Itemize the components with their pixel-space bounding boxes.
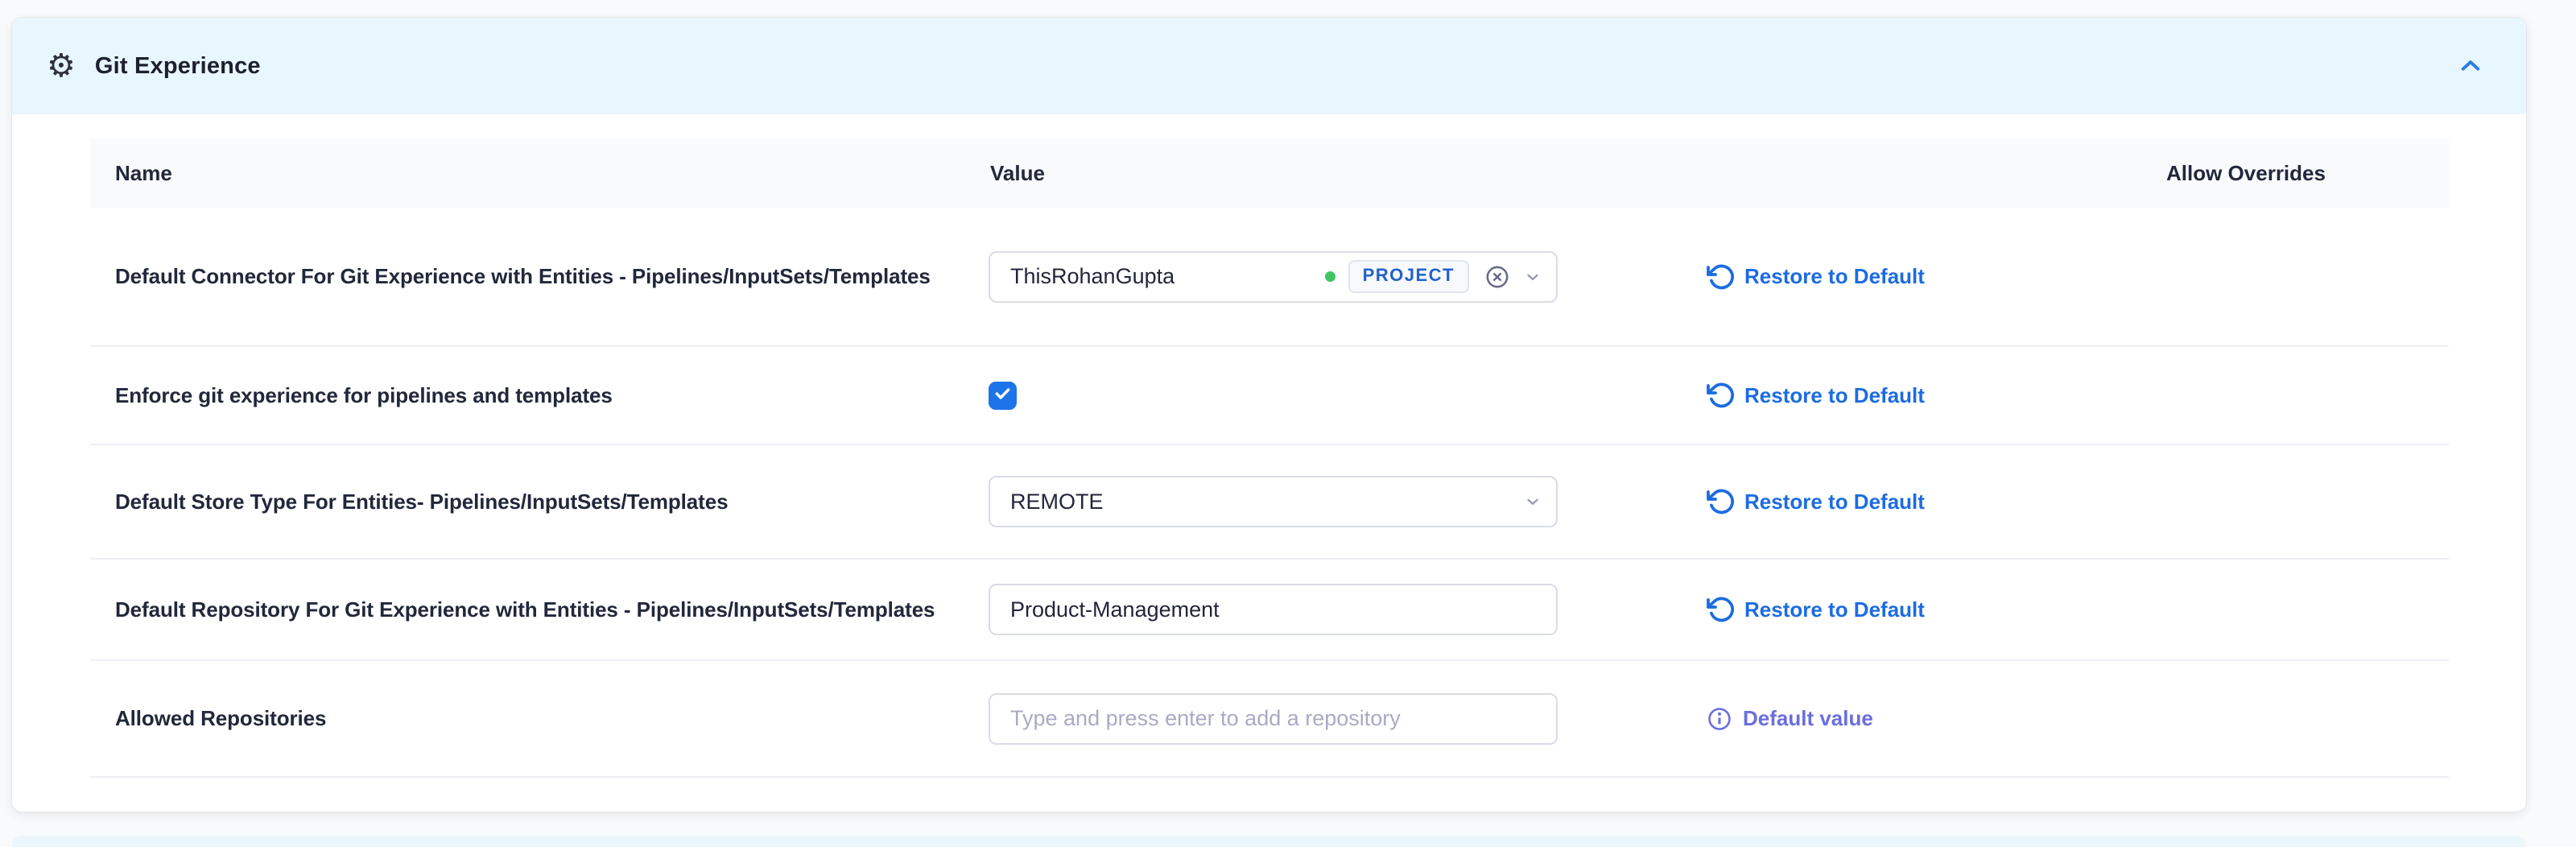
setting-value-cell: REMOTE	[989, 476, 1706, 527]
setting-value-cell: Type and press enter to add a repository	[989, 693, 1706, 745]
restore-to-default-button[interactable]: Restore to Default	[1706, 381, 1925, 410]
setting-action-cell: Default value	[1706, 705, 2157, 733]
section-title: Git Experience	[95, 53, 261, 80]
default-store-type-select[interactable]: REMOTE	[989, 476, 1558, 527]
action-label: Default value	[1743, 706, 1873, 731]
setting-value-cell: ThisRohanGupta PROJECT	[989, 251, 1706, 303]
action-label: Restore to Default	[1744, 264, 1925, 289]
table-row: Default Repository For Git Experience wi…	[90, 560, 2449, 661]
input-value: ThisRohanGupta	[1010, 264, 1174, 289]
chevron-down-icon[interactable]	[1522, 266, 1543, 287]
table-row: Default Store Type For Entities- Pipelin…	[90, 445, 2449, 560]
restore-to-default-button[interactable]: Restore to Default	[1706, 595, 1925, 624]
default-repository-input[interactable]: Product-Management	[989, 584, 1558, 635]
chevron-up-icon	[2457, 52, 2484, 80]
action-label: Restore to Default	[1744, 490, 1925, 514]
restore-icon	[1706, 381, 1735, 410]
enforce-git-experience-checkbox[interactable]	[989, 382, 1017, 410]
setting-name: Enforce git experience for pipelines and…	[90, 383, 989, 408]
setting-name: Default Connector For Git Experience wit…	[90, 264, 989, 289]
default-value-indicator[interactable]: Default value	[1706, 705, 1873, 733]
action-label: Restore to Default	[1744, 597, 1925, 622]
chevron-down-icon[interactable]	[1522, 491, 1543, 512]
column-header-allow-overrides: Allow Overrides	[2157, 161, 2449, 186]
restore-icon	[1706, 595, 1735, 624]
collapse-section-button[interactable]	[2451, 47, 2490, 85]
scope-badge: PROJECT	[1348, 260, 1469, 292]
setting-action-cell: Restore to Default	[1706, 595, 2157, 624]
git-experience-section-card: ⚙ Git Experience Name Value Allow Overri…	[12, 18, 2526, 812]
next-section-card-edge[interactable]	[12, 836, 2526, 847]
setting-action-cell: Restore to Default	[1706, 487, 2157, 516]
section-header[interactable]: ⚙ Git Experience	[12, 18, 2526, 114]
table-row: Allowed Repositories Type and press ente…	[90, 661, 2449, 778]
setting-action-cell: Restore to Default	[1706, 262, 2157, 291]
settings-table: Name Value Allow Overrides Default Conne…	[90, 138, 2449, 778]
table-row: Enforce git experience for pipelines and…	[90, 347, 2449, 445]
restore-icon	[1706, 262, 1735, 291]
clear-circle-icon[interactable]	[1484, 263, 1511, 291]
setting-name: Default Store Type For Entities- Pipelin…	[90, 490, 989, 514]
table-row: Default Connector For Git Experience wit…	[90, 208, 2449, 347]
check-icon	[993, 384, 1012, 407]
restore-to-default-button[interactable]: Restore to Default	[1706, 487, 1925, 516]
input-placeholder: Type and press enter to add a repository	[1010, 706, 1401, 731]
column-header-value: Value	[989, 161, 1706, 186]
table-header-row: Name Value Allow Overrides	[90, 138, 2449, 208]
column-header-name: Name	[90, 161, 989, 186]
restore-to-default-button[interactable]: Restore to Default	[1706, 262, 1925, 291]
setting-action-cell: Restore to Default	[1706, 381, 2157, 410]
restore-icon	[1706, 487, 1735, 516]
default-connector-select[interactable]: ThisRohanGupta PROJECT	[989, 251, 1558, 303]
info-icon	[1706, 705, 1733, 733]
allowed-repositories-input[interactable]: Type and press enter to add a repository	[989, 693, 1558, 745]
action-label: Restore to Default	[1744, 383, 1925, 408]
input-value: REMOTE	[1010, 490, 1104, 514]
setting-value-cell	[989, 382, 1706, 410]
table-body: Default Connector For Git Experience wit…	[90, 208, 2449, 778]
input-value: Product-Management	[1010, 597, 1220, 622]
gear-icon: ⚙	[47, 50, 76, 82]
connectivity-status-dot	[1325, 271, 1335, 282]
setting-value-cell: Product-Management	[989, 584, 1706, 635]
setting-name: Allowed Repositories	[90, 706, 989, 731]
setting-name: Default Repository For Git Experience wi…	[90, 597, 989, 622]
